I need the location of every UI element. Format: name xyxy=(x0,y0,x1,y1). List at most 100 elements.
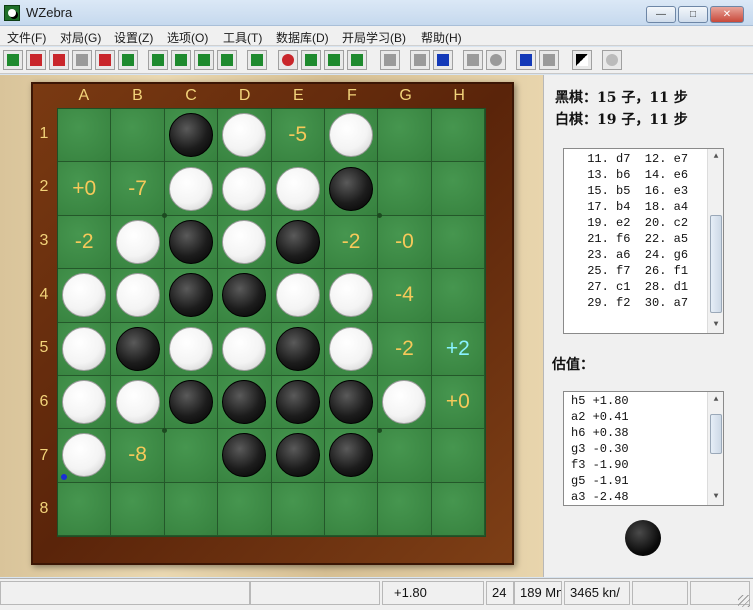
menu-database[interactable]: 数据库(D) xyxy=(276,29,329,46)
eval-list-row[interactable]: h5 +1.80 xyxy=(571,394,629,408)
move-list-row[interactable]: 17. b4 18. a4 xyxy=(580,200,688,214)
board-cell-g6[interactable] xyxy=(378,375,432,430)
board-cell-d8[interactable] xyxy=(218,482,272,536)
board-cell-c8[interactable] xyxy=(164,482,219,536)
move-list-row[interactable]: 13. b6 14. e6 xyxy=(580,168,688,182)
board-cell-e6[interactable] xyxy=(271,375,325,430)
toolbar-download-button[interactable] xyxy=(247,50,267,70)
board-cell-d2[interactable] xyxy=(218,162,272,216)
toolbar-stop-button[interactable] xyxy=(278,50,298,70)
menu-settings[interactable]: 设置(Z) xyxy=(114,29,153,46)
board-cell-e2[interactable] xyxy=(271,162,325,216)
board-cell-e5[interactable] xyxy=(271,322,325,376)
board-cell-a3[interactable]: -2 xyxy=(58,215,112,270)
move-list-row[interactable]: 23. a6 24. g6 xyxy=(580,248,688,262)
board-cell-e1[interactable]: -5 xyxy=(271,109,325,163)
board-cell-h4[interactable] xyxy=(431,269,485,323)
eval-list-row[interactable]: a3 -2.48 xyxy=(571,490,629,504)
board-cell-h5[interactable]: +2 xyxy=(431,322,485,376)
toolbar-globe-button[interactable] xyxy=(602,50,622,70)
toolbar-player-face-2-button[interactable] xyxy=(194,50,214,70)
board-cell-b1[interactable] xyxy=(111,109,165,163)
board-cell-f4[interactable] xyxy=(324,269,379,323)
board-cell-c6[interactable] xyxy=(164,375,219,430)
scroll-thumb[interactable] xyxy=(710,414,722,454)
close-button[interactable]: ✕ xyxy=(710,6,744,23)
board-cell-d6[interactable] xyxy=(218,375,272,430)
board-cell-c5[interactable] xyxy=(164,322,219,376)
board-cell-a1[interactable] xyxy=(58,109,112,163)
toolbar-save-disk-button[interactable] xyxy=(95,50,115,70)
board-cell-d3[interactable] xyxy=(218,215,272,270)
board-cell-g1[interactable] xyxy=(378,109,432,163)
toolbar-green-eval-button[interactable] xyxy=(301,50,321,70)
move-list-row[interactable]: 25. f7 26. f1 xyxy=(580,264,688,278)
board-cell-b4[interactable] xyxy=(111,269,165,323)
toolbar-gray-book-button[interactable] xyxy=(72,50,92,70)
move-list-row[interactable]: 15. b5 16. e3 xyxy=(580,184,688,198)
menu-tools[interactable]: 工具(T) xyxy=(223,29,262,46)
board-cell-h2[interactable] xyxy=(431,162,485,216)
othello-board[interactable]: -5 +0 -7 -2 -2 -0 -4 -2 +2 +0 -8 xyxy=(57,108,486,537)
eval-list-row[interactable]: g3 -0.30 xyxy=(571,442,629,456)
board-cell-d5[interactable] xyxy=(218,322,272,376)
toolbar-first-move-button[interactable] xyxy=(410,50,430,70)
move-list-row[interactable]: 27. c1 28. d1 xyxy=(580,280,688,294)
board-cell-g3[interactable]: -0 xyxy=(378,215,432,270)
board-cell-f5[interactable] xyxy=(324,322,379,376)
board-cell-d1[interactable] xyxy=(218,109,272,163)
toolbar-open-red-button[interactable] xyxy=(26,50,46,70)
board-cell-b6[interactable] xyxy=(111,375,165,430)
toolbar-forward-button[interactable] xyxy=(516,50,536,70)
toolbar-stack-button[interactable] xyxy=(49,50,69,70)
board-cell-d4[interactable] xyxy=(218,269,272,323)
board-cell-b2[interactable]: -7 xyxy=(111,162,165,216)
eval-list-row[interactable]: a2 +0.41 xyxy=(571,410,629,424)
toolbar-zz-button[interactable] xyxy=(217,50,237,70)
board-cell-f6[interactable] xyxy=(324,375,379,430)
board-cell-c4[interactable] xyxy=(164,269,219,323)
menu-game[interactable]: 对局(G) xyxy=(60,29,101,46)
board-cell-c7[interactable] xyxy=(164,429,219,483)
board-cell-a4[interactable] xyxy=(58,269,112,323)
eval-list-row[interactable]: g5 -1.91 xyxy=(571,474,629,488)
resize-grip-icon[interactable] xyxy=(738,595,750,607)
toolbar-last-move-button[interactable] xyxy=(539,50,559,70)
board-cell-c3[interactable] xyxy=(164,215,219,270)
board-cell-b3[interactable] xyxy=(111,215,165,270)
menu-opening-study[interactable]: 开局学习(B) xyxy=(342,29,406,46)
board-cell-h8[interactable] xyxy=(431,482,485,536)
board-cell-f1[interactable] xyxy=(324,109,379,163)
board-cell-g7[interactable] xyxy=(378,429,432,483)
board-cell-e8[interactable] xyxy=(271,482,325,536)
menu-file[interactable]: 文件(F) xyxy=(7,29,46,46)
board-cell-f2[interactable] xyxy=(324,162,379,216)
menu-options[interactable]: 选项(O) xyxy=(167,29,208,46)
eval-list-row[interactable]: f3 -1.90 xyxy=(571,458,629,472)
eval-list-scrollbar[interactable]: ▲ ▼ xyxy=(707,392,723,505)
move-list-row[interactable]: 11. d7 12. e7 xyxy=(580,152,688,166)
board-cell-a2[interactable]: +0 xyxy=(58,162,112,216)
scroll-down-icon[interactable]: ▼ xyxy=(708,489,723,505)
board-cell-g5[interactable]: -2 xyxy=(378,322,432,376)
scroll-up-icon[interactable]: ▲ xyxy=(708,149,723,165)
scroll-down-icon[interactable]: ▼ xyxy=(708,317,723,333)
board-cell-h1[interactable] xyxy=(431,109,485,163)
board-cell-b8[interactable] xyxy=(111,482,165,536)
board-cell-a5[interactable] xyxy=(58,322,112,376)
toolbar-play-button[interactable] xyxy=(148,50,168,70)
move-list[interactable]: ▲ ▼ 11. d7 12. e7 13. b6 14. e6 15. b5 1… xyxy=(563,148,724,334)
board-cell-a7[interactable] xyxy=(58,429,112,483)
scroll-thumb[interactable] xyxy=(710,215,722,313)
toolbar-refresh-button[interactable] xyxy=(347,50,367,70)
toolbar-gray-square-button[interactable] xyxy=(380,50,400,70)
scroll-up-icon[interactable]: ▲ xyxy=(708,392,723,408)
toolbar-open-folder-button[interactable] xyxy=(118,50,138,70)
board-cell-h6[interactable]: +0 xyxy=(431,375,485,430)
board-cell-c2[interactable] xyxy=(164,162,219,216)
move-list-row[interactable]: 29. f2 30. a7 xyxy=(580,296,688,310)
menu-help[interactable]: 帮助(H) xyxy=(421,29,462,46)
board-cell-h7[interactable] xyxy=(431,429,485,483)
board-cell-c1[interactable] xyxy=(164,109,219,163)
minimize-button[interactable]: — xyxy=(646,6,676,23)
